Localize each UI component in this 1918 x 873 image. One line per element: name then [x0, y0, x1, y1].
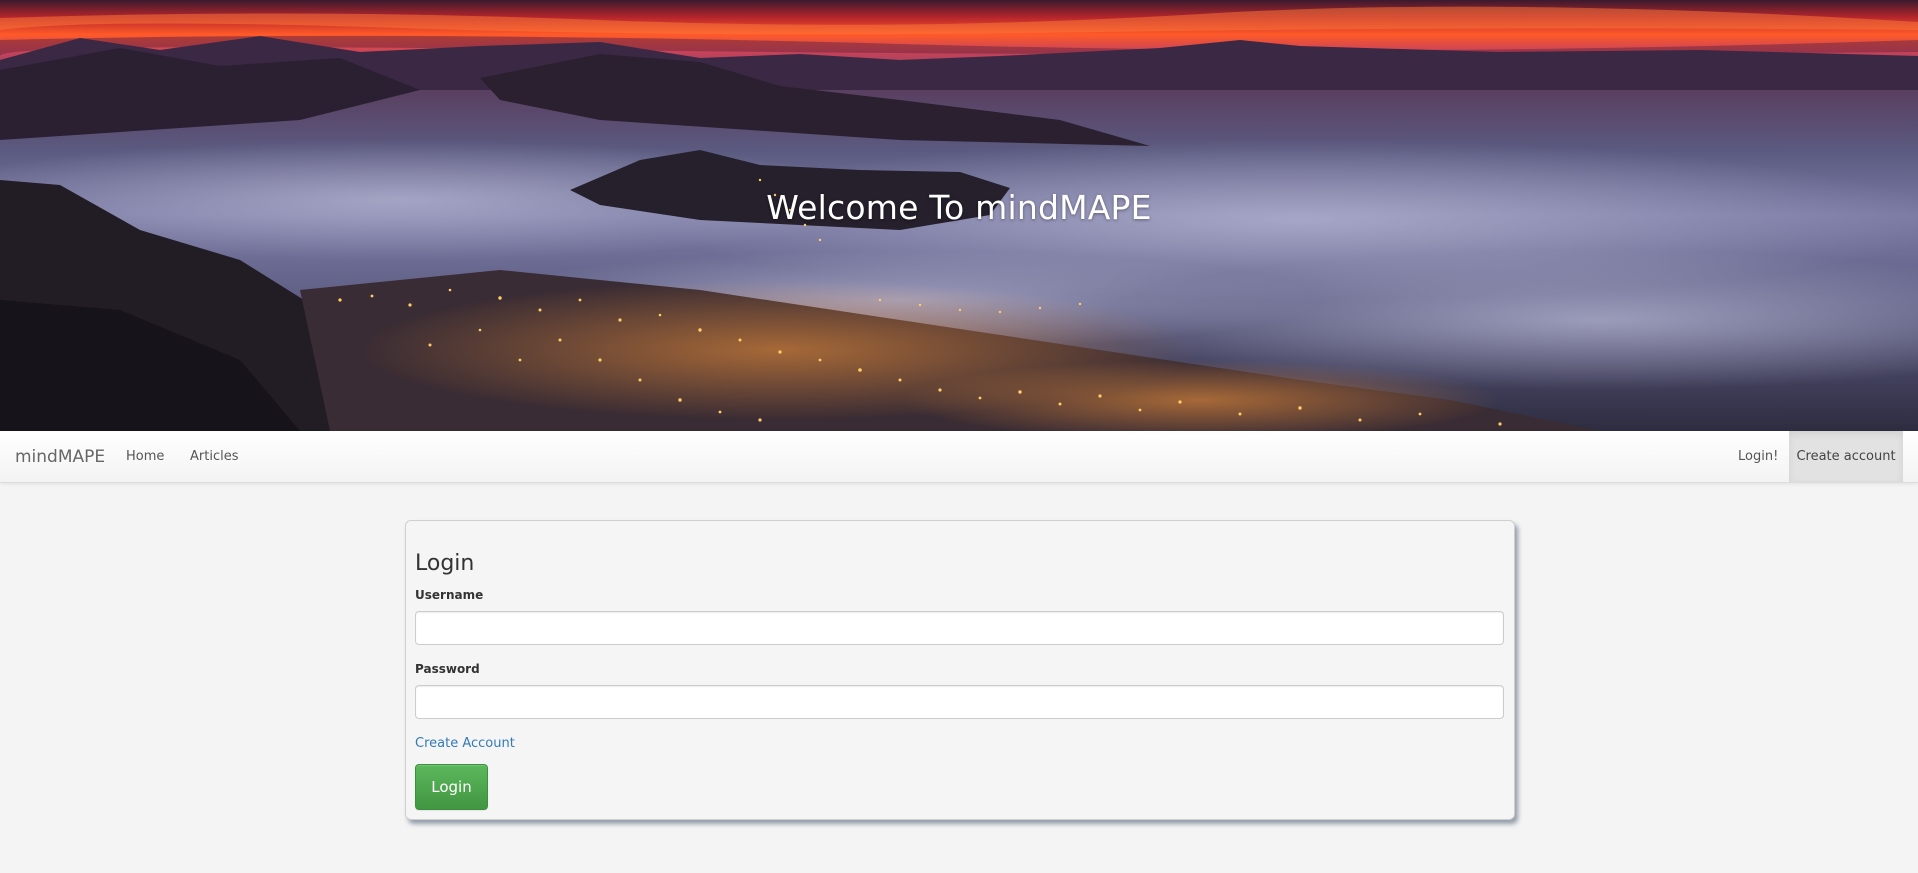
login-title: Login	[415, 551, 475, 576]
password-label: Password	[415, 662, 480, 676]
username-label: Username	[415, 588, 484, 602]
login-card: Login Username Password Create Account L…	[405, 520, 1515, 820]
login-button[interactable]: Login	[415, 764, 488, 810]
create-account-link[interactable]: Create Account	[415, 736, 515, 751]
nav-home-link[interactable]: Home	[126, 449, 164, 464]
username-input[interactable]	[415, 611, 1504, 645]
nav-login-link[interactable]: Login!	[1738, 449, 1778, 464]
hero-title: Welcome To mindMAPE	[766, 188, 1152, 227]
brand-link[interactable]: mindMAPE	[15, 447, 105, 467]
hero-banner: Welcome To mindMAPE	[0, 0, 1918, 431]
nav-articles-link[interactable]: Articles	[190, 449, 238, 464]
top-navbar: mindMAPE Home Articles Login! Create acc…	[0, 431, 1918, 483]
nav-create-account-link[interactable]: Create account	[1789, 431, 1903, 482]
password-input[interactable]	[415, 685, 1504, 719]
